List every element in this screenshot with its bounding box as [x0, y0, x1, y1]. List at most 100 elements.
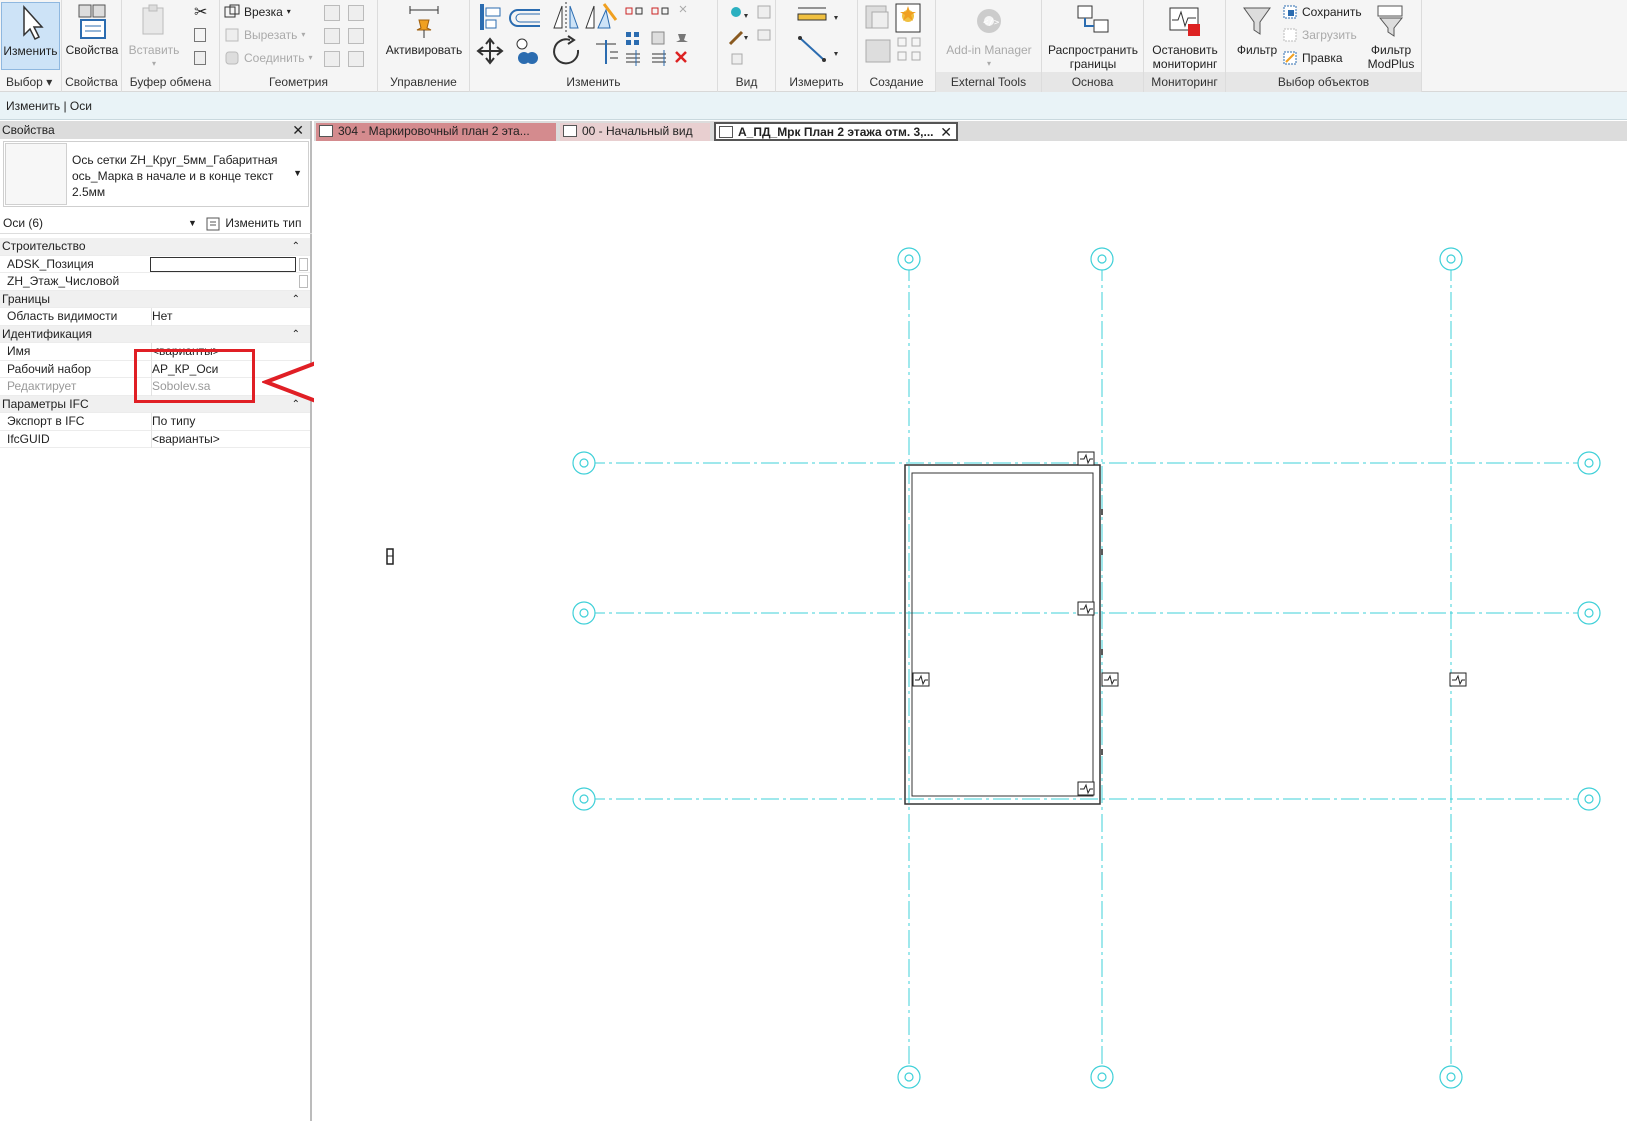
lightbulb-icon [731, 7, 748, 18]
stop-monitoring-label-2: мониторинг [1152, 57, 1218, 71]
panel-select: Изменить Выбор ▾ [0, 0, 62, 92]
group-identification[interactable]: Идентификация ⌃ [0, 325, 310, 343]
drawing-area[interactable]: 304 - Маркировочный план 2 эта... 00 - Н… [314, 121, 1627, 1121]
panel-title-clipboard: Буфер обмена [129, 75, 212, 89]
modify-label: Изменить [3, 44, 58, 58]
rotate-icon [553, 35, 580, 65]
view-tools-icons[interactable] [718, 0, 776, 70]
tab-view-304[interactable]: 304 - Маркировочный план 2 эта... [316, 123, 556, 141]
panel-geometry: Врезка ▾ Вырезать ▾ Соединить ▾ Геометри… [220, 0, 378, 92]
cut-geom-icon [224, 27, 240, 43]
close-icon[interactable]: ✕ [940, 124, 952, 139]
grid-plan[interactable] [314, 141, 1627, 1121]
modify-tools-icons[interactable] [470, 0, 718, 70]
aligned-dimension-icon [798, 36, 838, 62]
copy-icon[interactable] [194, 25, 206, 45]
save-selection-button[interactable]: Сохранить [1282, 2, 1362, 22]
break-control-icon [1077, 781, 1095, 796]
cut-geometry-button[interactable]: Врезка ▾ [224, 2, 291, 22]
adsk-position-input[interactable] [150, 256, 296, 272]
filter-funnel-icon [1238, 2, 1276, 40]
geometry-small-tools [324, 3, 364, 23]
group-construction[interactable]: Строительство ⌃ [0, 238, 310, 256]
break-control-icon [1077, 451, 1095, 466]
edit-type-button[interactable]: Изменить тип [206, 212, 302, 234]
create-tools-icons[interactable] [858, 0, 936, 70]
property-row: ZH_Этаж_Числовой [0, 273, 310, 291]
group-bounds[interactable]: Границы ⌃ [0, 290, 310, 308]
cut-icon[interactable]: ✂ [194, 3, 207, 23]
panel-title-basis: Основа [1042, 72, 1143, 92]
split-face-icon[interactable] [348, 5, 364, 21]
addin-manager-label: Add-in Manager [946, 43, 1032, 57]
scale-icon [651, 31, 665, 45]
panel-title-modify: Изменить [566, 75, 621, 89]
modplus-filter-button[interactable]: Фильтр ModPlus [1362, 2, 1420, 71]
plan-view-icon [563, 125, 577, 137]
save-selection-icon [1282, 4, 1298, 20]
panel-title-selection: Выбор объектов [1226, 72, 1421, 92]
grid-bubble [1090, 247, 1114, 271]
modplus-label-1: Фильтр [1370, 43, 1412, 57]
hammer-icon[interactable] [348, 51, 364, 67]
extend-icon [652, 50, 666, 66]
paste-button[interactable]: Вставить ▾ [128, 2, 180, 71]
create-similar-icon [895, 3, 921, 33]
small-element-icon [386, 548, 394, 565]
modplus-label-2: ModPlus [1367, 57, 1415, 71]
distribute-bounds-button[interactable]: Распространить границы [1046, 2, 1140, 71]
tab-view-active[interactable]: А_ПД_Мрк План 2 этажа отм. 3,... ✕ [714, 122, 958, 141]
match-properties-icon[interactable] [194, 48, 206, 68]
stop-monitoring-button[interactable]: Остановить мониторинг [1146, 2, 1224, 71]
paint-icon[interactable] [324, 28, 340, 44]
property-value[interactable]: <варианты> [151, 430, 310, 448]
panel-control: Активировать Управление [378, 0, 470, 92]
split-icon [625, 7, 643, 15]
grid-bubble [1577, 601, 1601, 625]
grid-bubble [1439, 1065, 1463, 1089]
close-icon[interactable]: ✕ [292, 121, 304, 139]
join-button[interactable]: Соединить ▾ [224, 48, 313, 68]
grid-bubble [897, 247, 921, 271]
tab-view-00[interactable]: 00 - Начальный вид [560, 123, 710, 141]
join-icon [224, 50, 240, 66]
property-value[interactable]: Нет [151, 308, 310, 326]
addin-manager-button[interactable]: </> Add-in Manager ▾ [942, 2, 1036, 71]
cut-button[interactable]: Вырезать ▾ [224, 25, 305, 45]
type-name: Ось сетки ZH_Круг_5мм_Габаритная ось_Мар… [72, 153, 278, 199]
panel-title-measure: Измерить [789, 75, 844, 89]
type-selector[interactable]: Ось сетки ZH_Круг_5мм_Габаритная ось_Мар… [3, 141, 309, 207]
activate-pin-icon [405, 2, 443, 40]
beam-join-icon[interactable] [324, 51, 340, 67]
panel-selection: Фильтр Сохранить Загрузить Правка Фильтр… [1226, 0, 1422, 92]
demolish-icon[interactable] [348, 28, 364, 44]
activate-button[interactable]: Активировать [384, 2, 464, 57]
chevron-down-icon: ▼ [293, 168, 302, 178]
panel-clipboard: Вставить ▾ ✂ Буфер обмена [122, 0, 220, 92]
wall-joins-icon[interactable] [324, 5, 340, 21]
create-parts-icon [865, 39, 891, 63]
copy-circles-icon [516, 38, 538, 64]
instance-filter-row: Оси (6) ▼ Изменить тип [0, 212, 312, 234]
measure-tools-icons[interactable] [776, 0, 858, 70]
edit-selection-button[interactable]: Правка [1282, 48, 1343, 68]
move-icon [476, 37, 504, 65]
instance-filter-dropdown[interactable]: Оси (6) [3, 212, 43, 234]
scrollbar-stub [299, 275, 308, 288]
plan-view-icon [719, 126, 733, 138]
panel-title-geometry: Геометрия [269, 75, 328, 89]
property-row: Область видимости Нет [0, 308, 310, 326]
panel-basis: Распространить границы Основа [1042, 0, 1144, 92]
panel-title-select[interactable]: Выбор ▾ [0, 75, 61, 89]
filter-button[interactable]: Фильтр [1230, 2, 1284, 57]
grid-bubble [572, 601, 596, 625]
modify-button[interactable]: Изменить [1, 2, 60, 70]
grid-bubble [1439, 247, 1463, 271]
trim-multi-icon [626, 50, 640, 66]
load-selection-button[interactable]: Загрузить [1282, 25, 1357, 45]
array-icon [626, 32, 639, 45]
grid-bubble [1577, 451, 1601, 475]
properties-button[interactable]: Свойства [64, 2, 120, 57]
break-control-icon [912, 672, 930, 687]
chevron-down-icon[interactable]: ▼ [188, 212, 197, 234]
